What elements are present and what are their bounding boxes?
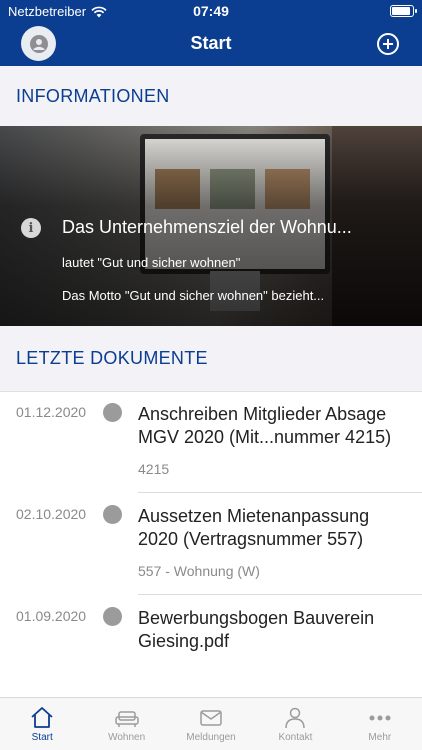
banner-title: Das Unternehmensziel der Wohnu... — [62, 217, 352, 237]
document-status-dot — [103, 403, 122, 422]
add-circle-icon[interactable] — [376, 32, 400, 56]
document-title: Bewerbungsbogen Bauverein Giesing.pdf — [138, 608, 375, 651]
tab-wohnen[interactable]: Wohnen — [84, 698, 168, 750]
person-icon — [285, 707, 306, 729]
document-date: 01.12.2020 — [16, 404, 87, 420]
section-header-documents: LETZTE DOKUMENTE — [0, 326, 422, 392]
document-list-item[interactable]: 01.12.2020 Anschreiben Mitglieder Absage… — [0, 392, 422, 494]
divider — [138, 594, 422, 595]
tab-label: Meldungen — [186, 732, 236, 743]
document-subtitle: 4215 — [138, 461, 170, 477]
tab-label: Start — [31, 732, 53, 743]
tab-mehr[interactable]: Mehr — [338, 698, 422, 750]
tab-start[interactable]: Start — [0, 698, 84, 750]
tab-bar: Start Wohnen Meldungen Kontakt Mehr — [0, 697, 422, 750]
status-bar: Netzbetreiber 07:49 — [0, 0, 422, 22]
tab-label: Wohnen — [108, 732, 146, 743]
document-status-dot — [103, 505, 122, 524]
document-title: Aussetzen Mietenanpassung 2020 (Vertrags… — [138, 506, 370, 549]
document-date: 01.09.2020 — [16, 608, 87, 624]
info-icon: i — [21, 218, 41, 238]
tab-meldungen[interactable]: Meldungen — [169, 698, 253, 750]
banner-line-1: lautet "Gut und sicher wohnen" — [62, 255, 241, 270]
page-title: Start — [190, 33, 232, 53]
envelope-icon — [200, 710, 222, 726]
home-icon — [31, 707, 53, 728]
document-list-item[interactable]: 01.09.2020 Bewerbungsbogen Bauverein Gie… — [0, 596, 422, 696]
document-status-dot — [103, 607, 122, 626]
app-header: Netzbetreiber 07:49 Start — [0, 0, 422, 66]
tab-label: Mehr — [368, 732, 392, 743]
battery-icon — [390, 5, 417, 17]
status-time: 07:49 — [193, 3, 229, 19]
banner-line-2: Das Motto "Gut und sicher wohnen" bezieh… — [62, 288, 325, 303]
info-banner-card[interactable]: i Das Unternehmensziel der Wohnu... laut… — [0, 126, 422, 326]
document-list-item[interactable]: 02.10.2020 Aussetzen Mietenanpassung 202… — [0, 494, 422, 596]
tab-label: Kontakt — [278, 732, 313, 743]
divider — [138, 492, 422, 493]
document-title: Anschreiben Mitglieder Absage MGV 2020 (… — [138, 404, 392, 447]
section-header-info: INFORMATIONEN — [0, 66, 422, 126]
document-date: 02.10.2020 — [16, 506, 87, 522]
document-subtitle: 557 - Wohnung (W) — [138, 563, 260, 579]
tab-kontakt[interactable]: Kontakt — [253, 698, 337, 750]
more-dots-icon — [369, 715, 391, 721]
sofa-icon — [114, 711, 139, 727]
